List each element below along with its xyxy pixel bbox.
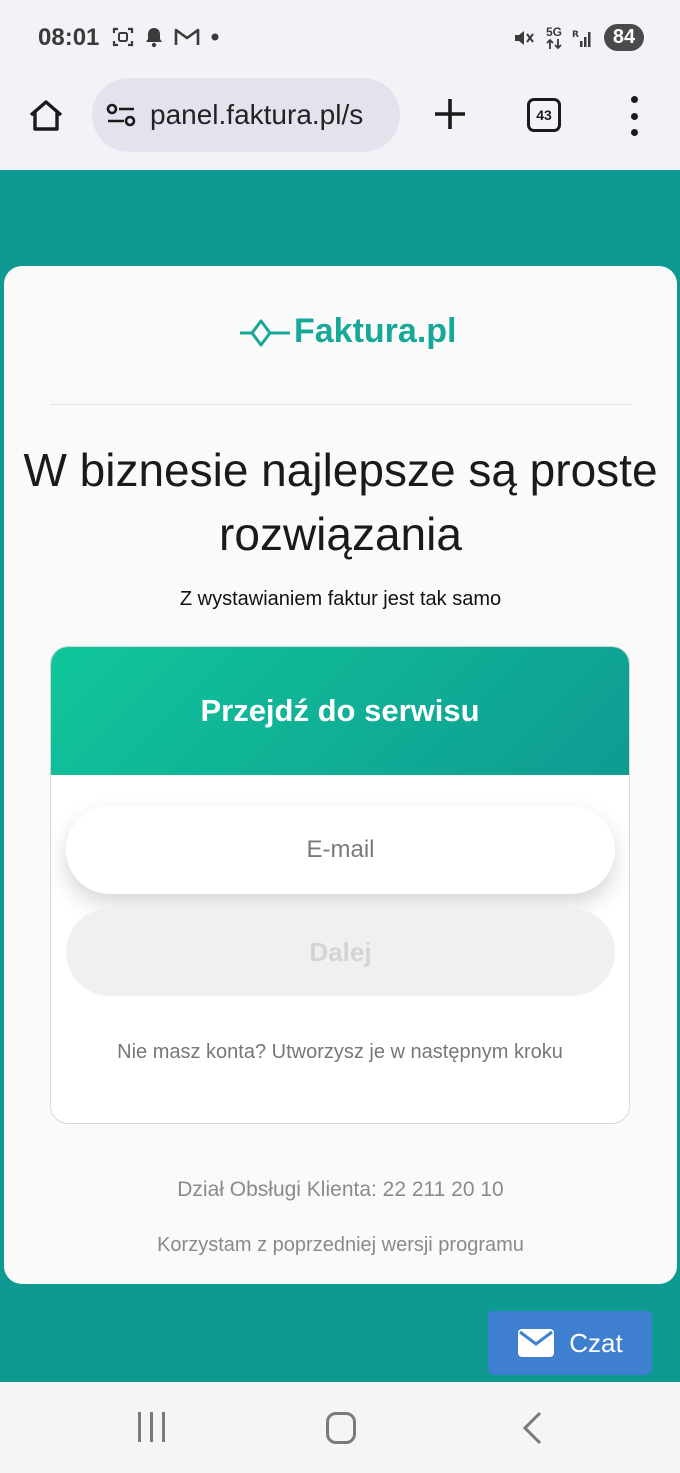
no-account-text: Nie masz konta? Utworzysz je w następnym… (117, 1041, 563, 1063)
browser-toolbar: panel.faktura.pl/s 43 (0, 78, 680, 170)
status-left-icons (112, 26, 220, 48)
next-button[interactable]: Dalej (66, 908, 615, 996)
address-bar[interactable]: panel.faktura.pl/s (92, 78, 400, 152)
url-text: panel.faktura.pl/s (150, 99, 364, 130)
old-version-link[interactable]: Korzystam z poprzedniej wersji programu (4, 1234, 677, 1257)
data-icon: 5G (546, 26, 562, 50)
back-icon[interactable] (518, 1410, 548, 1446)
system-nav-bar (0, 1382, 680, 1473)
logo-text: Faktura.pl (294, 312, 457, 350)
site-settings-icon[interactable] (106, 101, 138, 129)
support-phone[interactable]: Dział Obsługi Klienta: 22 211 20 10 (4, 1178, 677, 1202)
tab-switcher-button[interactable]: 43 (527, 98, 561, 132)
mute-icon (514, 30, 534, 45)
home-icon[interactable] (26, 96, 66, 136)
email-input[interactable] (66, 806, 615, 894)
page-subline: Z wystawianiem faktur jest tak samo (179, 588, 502, 610)
svg-text:R: R (572, 30, 579, 40)
dot-icon (211, 33, 219, 41)
envelope-icon (518, 1329, 555, 1357)
divider (50, 404, 632, 405)
status-right-icons: 5G R 84 (512, 24, 644, 51)
bell-icon (146, 28, 162, 48)
page-headline: W biznesie najlepsze są proste rozwiązan… (23, 444, 658, 560)
logo[interactable]: Faktura.pl (238, 312, 456, 351)
battery-indicator: 84 (604, 24, 644, 51)
gmail-icon (174, 28, 200, 45)
page-background: Faktura.pl W biznesie najlepsze są prost… (0, 170, 680, 1382)
status-bar: 08:01 5G R 84 (0, 0, 680, 78)
browser-menu-icon[interactable] (624, 96, 644, 136)
recent-apps-icon[interactable] (138, 1412, 165, 1442)
login-title: Przejdź do serwisu (200, 693, 480, 728)
chat-label: Czat (569, 1327, 623, 1358)
login-form: Przejdź do serwisu Dalej Nie masz konta?… (50, 646, 630, 1124)
status-time: 08:01 (38, 24, 100, 51)
login-card: Faktura.pl W biznesie najlepsze są prost… (4, 266, 677, 1284)
chat-button[interactable]: Czat (488, 1311, 652, 1375)
screenshot-icon (112, 27, 134, 47)
new-tab-icon[interactable] (430, 94, 470, 134)
logo-mark-icon (240, 319, 290, 346)
login-header: Przejdź do serwisu (51, 647, 629, 775)
signal-icon: R (572, 30, 591, 47)
tab-count: 43 (536, 107, 552, 123)
system-home-icon[interactable] (326, 1412, 356, 1444)
